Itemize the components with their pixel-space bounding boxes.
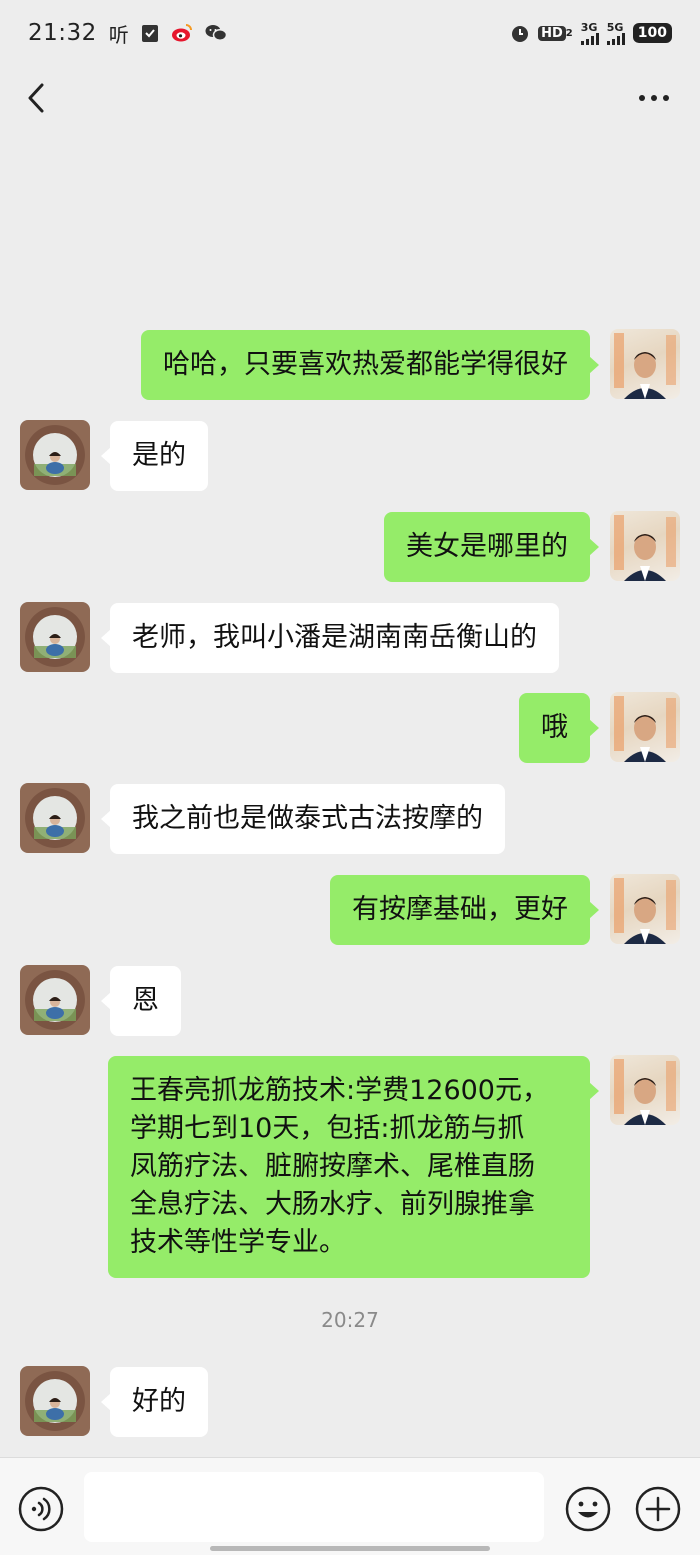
message-input[interactable]: [84, 1472, 544, 1542]
student-avatar[interactable]: [20, 783, 90, 853]
more-functions-button[interactable]: [634, 1485, 682, 1533]
weibo-icon: [171, 23, 193, 43]
message-bubble-other[interactable]: 老师，我叫小潘是湖南南岳衡山的: [101, 603, 559, 673]
voice-input-button[interactable]: [17, 1485, 65, 1533]
message-bubble-self[interactable]: 美女是哪里的: [384, 512, 599, 582]
plus-icon: [635, 1486, 681, 1532]
wechat-icon: [205, 24, 227, 42]
message-bubble-self[interactable]: 哈哈，只要喜欢热爱都能学得很好: [141, 330, 599, 400]
more-dots-icon: [639, 95, 669, 101]
message-bubble-other[interactable]: 是的: [101, 421, 208, 491]
student-avatar[interactable]: [20, 602, 90, 672]
message-timestamp: 20:27: [321, 1308, 379, 1332]
listen-icon: 听: [108, 22, 129, 47]
message-bubble-other[interactable]: 我之前也是做泰式古法按摩的: [101, 784, 505, 854]
signal-3g-icon: 3G: [580, 22, 599, 45]
message-bubble-self[interactable]: 王春亮抓龙筋技术:学费12600元， 学期七到10天，包括:抓龙筋与抓 凤筋疗法…: [108, 1056, 599, 1278]
chevron-left-icon: [28, 83, 44, 113]
chat-title-bar: [0, 66, 700, 128]
signal-5g-icon: 5G: [606, 22, 625, 45]
emoji-button[interactable]: [564, 1485, 612, 1533]
message-bubble-other[interactable]: 好的: [101, 1367, 208, 1437]
message-bubble-self[interactable]: 哦: [519, 693, 599, 763]
student-avatar[interactable]: [20, 965, 90, 1035]
input-bar: [0, 1457, 700, 1555]
hd-icon: HD 2: [538, 25, 573, 41]
voice-icon: [18, 1486, 64, 1532]
status-time: 21:32: [28, 20, 97, 46]
home-indicator[interactable]: [210, 1546, 490, 1551]
message-bubble-self[interactable]: 有按摩基础，更好: [330, 875, 599, 945]
battery-icon: 100: [632, 23, 672, 43]
status-bar: 21:32 听 HD 2 3G 5G 100: [0, 0, 700, 66]
message-bubble-other[interactable]: 恩: [101, 966, 181, 1036]
teacher-avatar[interactable]: [610, 874, 680, 944]
teacher-avatar[interactable]: [610, 329, 680, 399]
teacher-avatar[interactable]: [610, 511, 680, 581]
alarm-icon: [510, 23, 530, 43]
more-button[interactable]: [634, 80, 674, 116]
check-icon: [141, 23, 159, 43]
student-avatar[interactable]: [20, 420, 90, 490]
teacher-avatar[interactable]: [610, 692, 680, 762]
student-avatar[interactable]: [20, 1366, 90, 1436]
back-button[interactable]: [18, 78, 58, 118]
teacher-avatar[interactable]: [610, 1055, 680, 1125]
emoji-icon: [565, 1486, 611, 1532]
